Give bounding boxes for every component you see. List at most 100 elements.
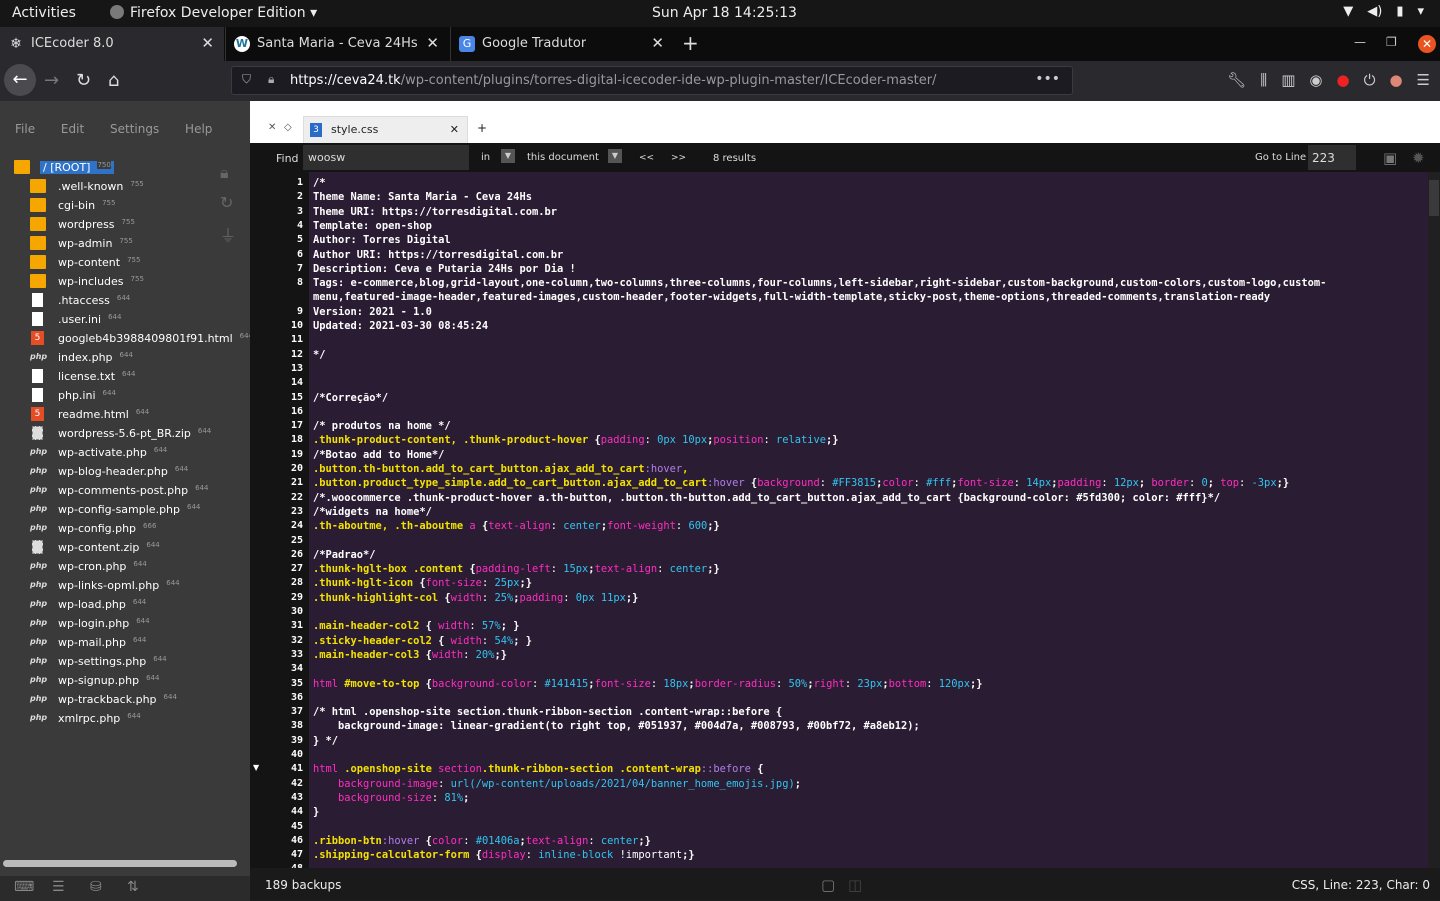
code-line[interactable]: .main-header-col3 {width: 20%;}: [313, 648, 507, 662]
code-line[interactable]: Version: 2021 - 1.0: [313, 305, 432, 319]
browser-tab-google-tradutor[interactable]: G Google Tradutor ✕: [450, 27, 674, 61]
page-actions-icon[interactable]: •••: [1035, 71, 1060, 87]
back-arrow-icon[interactable]: ←: [4, 64, 36, 96]
find-input[interactable]: woosw: [303, 145, 469, 170]
code-line[interactable]: /*Botao add to Home*/: [313, 448, 444, 462]
forward-arrow-icon[interactable]: →: [44, 70, 59, 91]
code-line[interactable]: menu,featured-image-header,featured-imag…: [313, 290, 1270, 304]
code-line[interactable]: .thunk-product-content, .thunk-product-h…: [313, 433, 839, 447]
code-line[interactable]: Author: Torres Digital: [313, 233, 451, 247]
terminal-icon[interactable]: ⌨: [14, 879, 34, 895]
code-line[interactable]: }: [313, 805, 319, 819]
chevron-down-icon[interactable]: ▼: [608, 149, 622, 163]
code-line[interactable]: /*.woocommerce .thunk-product-hover a.th…: [313, 491, 1220, 505]
backups-count[interactable]: 189 backups: [265, 878, 341, 892]
extension-red-icon[interactable]: ●: [1336, 71, 1349, 89]
scrollbar-thumb[interactable]: [1429, 180, 1439, 216]
code-line[interactable]: .thunk-highlight-col {width: 25%;padding…: [313, 591, 638, 605]
horizontal-scrollbar[interactable]: [3, 860, 237, 867]
code-line[interactable]: .shipping-calculator-form {display: inli…: [313, 848, 695, 862]
library-icon[interactable]: ⫼: [1260, 71, 1267, 89]
code-line[interactable]: background-image: linear-gradient(to rig…: [313, 719, 920, 733]
close-icon[interactable]: ✕: [450, 123, 459, 136]
code-line[interactable]: Theme URI: https://torresdigital.com.br: [313, 205, 557, 219]
lock-icon[interactable]: 🔒︎: [268, 72, 274, 87]
menu-file[interactable]: File: [15, 122, 35, 136]
find-prev-button[interactable]: <<: [639, 153, 654, 163]
maximize-icon[interactable]: ❐: [1386, 35, 1397, 49]
code-line[interactable]: */: [313, 348, 326, 362]
code-line[interactable]: html .openshop-site section.thunk-ribbon…: [313, 762, 763, 776]
new-file-tab-button[interactable]: +: [477, 121, 487, 135]
menu-icon[interactable]: ☰: [1417, 71, 1430, 89]
code-line[interactable]: .thunk-hglt-box .content {padding-left: …: [313, 562, 720, 576]
scope-select[interactable]: this document: [527, 152, 599, 163]
browser-tab-icecoder[interactable]: ❄ ICEcoder 8.0 ✕: [0, 27, 224, 61]
code-line[interactable]: .ribbon-btn:hover {color: #01406a;text-a…: [313, 834, 651, 848]
plug-icon[interactable]: ⏚: [220, 222, 236, 246]
close-window-icon[interactable]: ✕: [1418, 35, 1436, 53]
clock[interactable]: Sun Apr 18 14:25:13: [652, 5, 797, 21]
chevron-down-icon[interactable]: ▼: [501, 149, 515, 163]
new-tab-button[interactable]: +: [682, 31, 699, 55]
code-editor[interactable]: /* Theme Name: Santa Maria - Ceva 24Hs The…: [309, 172, 1428, 868]
menu-help[interactable]: Help: [185, 122, 212, 136]
git-icon[interactable]: ⇅: [127, 879, 139, 895]
fold-arrow-icon[interactable]: ▼: [253, 763, 259, 772]
output-icon[interactable]: ☰: [52, 879, 65, 895]
code-line[interactable]: html #move-to-top {background-color: #14…: [313, 677, 983, 691]
lock-icon[interactable]: 🔒︎: [220, 163, 236, 183]
split-pane-icon[interactable]: ◫: [848, 876, 862, 894]
code-line[interactable]: .sticky-header-col2 { width: 54%; }: [313, 634, 532, 648]
color-picker-icon[interactable]: ●: [1389, 71, 1402, 89]
reload-icon[interactable]: ↻: [76, 70, 91, 91]
url-bar[interactable]: ⛉ 🔒︎ https://ceva24.tk/wp-content/plugin…: [231, 66, 1073, 95]
code-line[interactable]: Description: Ceva e Putaria 24Hs por Dia…: [313, 262, 576, 276]
code-line[interactable]: Author URI: https://torresdigital.com.br: [313, 248, 563, 262]
code-line[interactable]: Theme Name: Santa Maria - Ceva 24Hs: [313, 190, 532, 204]
database-icon[interactable]: ⛁: [90, 879, 102, 895]
code-line[interactable]: .button.product_type_simple.add_to_cart_…: [313, 476, 1289, 490]
wrench-icon[interactable]: 🔧︎: [1227, 71, 1246, 89]
view-icon[interactable]: ▣: [1383, 149, 1397, 167]
code-line[interactable]: /*widgets na home*/: [313, 505, 432, 519]
code-line[interactable]: Tags: e-commerce,blog,grid-layout,one-co…: [313, 276, 1326, 290]
code-line[interactable]: .button.th-button.add_to_cart_button.aja…: [313, 462, 688, 476]
minimize-icon[interactable]: —: [1354, 35, 1366, 49]
code-line[interactable]: .main-header-col2 { width: 57%; }: [313, 619, 519, 633]
close-icon[interactable]: ✕: [201, 34, 214, 52]
menu-settings[interactable]: Settings: [110, 122, 159, 136]
file-tab-style-css[interactable]: 3 style.css ✕: [303, 116, 468, 143]
code-line[interactable]: /* html .openshop-site section.thunk-rib…: [313, 705, 782, 719]
system-tray[interactable]: ▼ ◀) ▮ ▾: [1329, 4, 1424, 19]
goto-line-input[interactable]: 223: [1308, 145, 1356, 170]
close-icon[interactable]: ✕: [651, 34, 664, 52]
home-icon[interactable]: ⌂: [108, 70, 119, 91]
single-pane-icon[interactable]: ▢: [821, 876, 835, 894]
url-text[interactable]: https://ceva24.tk/wp-content/plugins/tor…: [290, 73, 936, 88]
code-line[interactable]: Updated: 2021-03-30 08:45:24: [313, 319, 488, 333]
code-line[interactable]: } */: [313, 734, 338, 748]
vertical-scrollbar[interactable]: [1428, 172, 1440, 868]
code-line[interactable]: background-size: 81%;: [313, 791, 469, 805]
code-line[interactable]: Template: open-shop: [313, 219, 432, 233]
power-icon[interactable]: ⏻: [1364, 71, 1376, 89]
refresh-icon[interactable]: ↻: [220, 193, 236, 212]
find-next-button[interactable]: >>: [671, 153, 686, 163]
close-icon[interactable]: ✕: [426, 34, 439, 52]
code-line[interactable]: /*: [313, 176, 326, 190]
browser-tab-santa-maria[interactable]: W Santa Maria - Ceva 24Hs | Tele ✕: [225, 27, 449, 61]
code-line[interactable]: /*Padrao*/: [313, 548, 376, 562]
code-line[interactable]: .thunk-hglt-icon {font-size: 25px;}: [313, 576, 532, 590]
code-line[interactable]: /*Correção*/: [313, 391, 388, 405]
code-line[interactable]: .th-aboutme, .th-aboutme a {text-align: …: [313, 519, 720, 533]
account-icon[interactable]: ◉: [1309, 71, 1322, 89]
activities-button[interactable]: Activities: [12, 5, 76, 21]
menu-edit[interactable]: Edit: [61, 122, 84, 136]
tab-list-icon[interactable]: ◇: [284, 122, 292, 133]
close-all-icon[interactable]: ✕: [268, 122, 276, 133]
code-line[interactable]: background-image: url(/wp-content/upload…: [313, 777, 801, 791]
shield-icon[interactable]: ⛉: [242, 72, 251, 87]
sidebar-icon[interactable]: ▥: [1281, 71, 1295, 89]
bug-icon[interactable]: ✹: [1412, 149, 1425, 167]
